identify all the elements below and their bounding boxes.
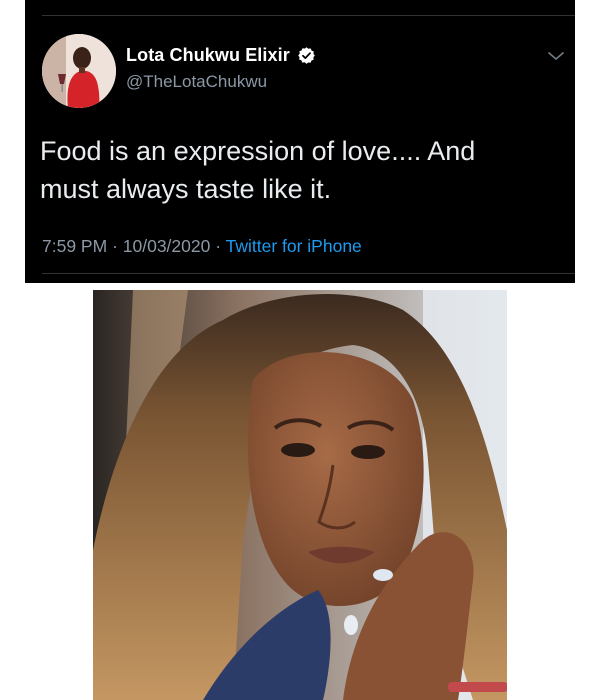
tweet-metadata: 7:59 PM · 10/03/2020 · Twitter for iPhon…: [42, 236, 362, 257]
tweet-time[interactable]: 7:59 PM: [42, 236, 107, 256]
avatar[interactable]: [42, 34, 116, 108]
display-name[interactable]: Lota Chukwu Elixir: [126, 45, 290, 66]
divider: [42, 15, 575, 16]
verified-badge-icon: [297, 46, 316, 65]
meta-separator: ·: [112, 236, 118, 256]
divider: [42, 273, 575, 274]
tweet-date[interactable]: 10/03/2020: [123, 236, 211, 256]
tweet-text: Food is an expression of love.... And mu…: [40, 136, 476, 204]
author-name-row[interactable]: Lota Chukwu Elixir: [126, 45, 316, 66]
selfie-photo: [93, 290, 507, 700]
user-handle[interactable]: @TheLotaChukwu: [126, 72, 267, 92]
meta-separator: ·: [215, 236, 222, 256]
chevron-down-icon[interactable]: [547, 50, 565, 62]
tweet-source-link[interactable]: Twitter for iPhone: [226, 236, 362, 256]
tweet-card[interactable]: Lota Chukwu Elixir @TheLotaChukwu Food i…: [25, 0, 575, 283]
